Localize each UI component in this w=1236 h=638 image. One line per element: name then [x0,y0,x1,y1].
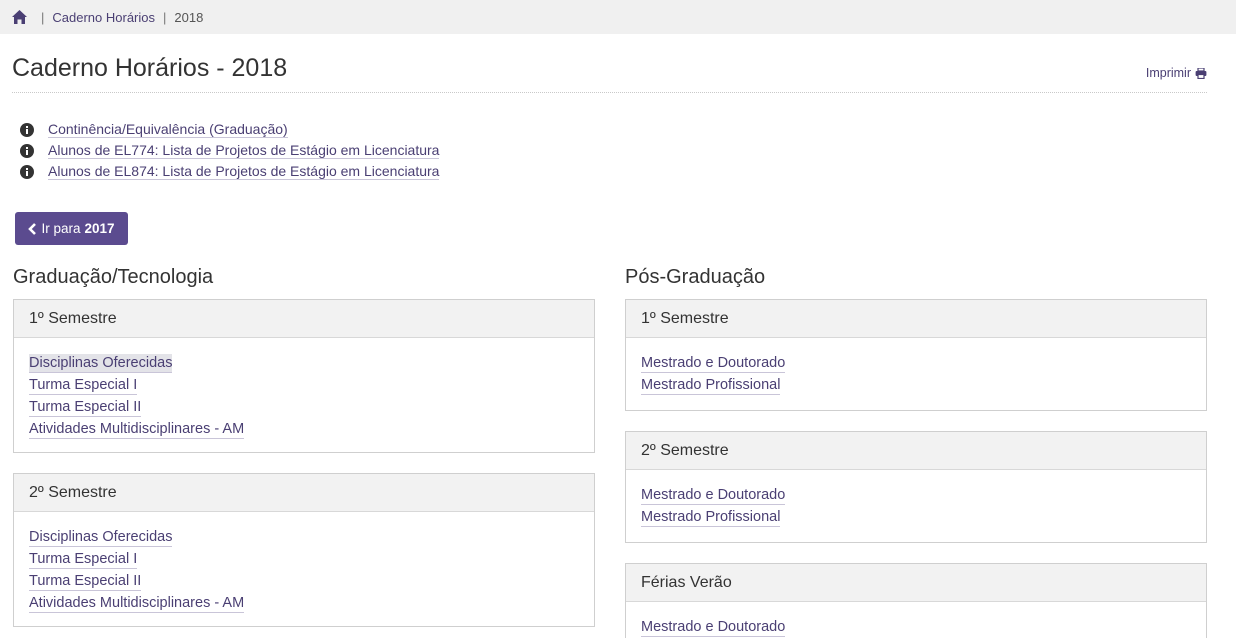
home-icon[interactable] [12,10,27,24]
info-link-continencia[interactable]: Continência/Equivalência (Graduação) [48,121,288,138]
link-turma-especial-2[interactable]: Turma Especial II [29,572,142,591]
info-link-el874[interactable]: Alunos de EL874: Lista de Projetos de Es… [48,163,440,180]
info-circle-icon [20,122,34,137]
pos-ferias-verao-panel: Férias Verão Mestrado e Doutorado [625,563,1207,638]
print-link[interactable]: Imprimir [1146,66,1207,80]
link-mestrado-doutorado[interactable]: Mestrado e Doutorado [641,354,786,373]
link-turma-especial-1[interactable]: Turma Especial I [29,550,138,569]
link-mestrado-profissional[interactable]: Mestrado Profissional [641,376,781,395]
info-links-list: Continência/Equivalência (Graduação) Alu… [20,119,440,182]
graduacao-section-title: Graduação/Tecnologia [13,266,214,288]
panel-body: Disciplinas Oferecidas Turma Especial I … [14,512,594,613]
link-mestrado-doutorado[interactable]: Mestrado e Doutorado [641,618,786,637]
link-mestrado-doutorado[interactable]: Mestrado e Doutorado [641,486,786,505]
panel-body: Mestrado e Doutorado Mestrado Profission… [626,338,1206,395]
pos-semester-1-panel: 1º Semestre Mestrado e Doutorado Mestrad… [625,299,1207,411]
panel-heading: 2º Semestre [626,432,1206,470]
link-disciplinas-oferecidas[interactable]: Disciplinas Oferecidas [29,528,173,547]
info-circle-icon [20,164,34,179]
panel-heading: 2º Semestre [14,474,594,512]
breadcrumb-separator: | [163,9,167,25]
panel-heading: 1º Semestre [14,300,594,338]
pos-graduacao-section-title: Pós-Graduação [625,266,766,288]
pos-semester-2-panel: 2º Semestre Mestrado e Doutorado Mestrad… [625,431,1207,543]
panel-body: Mestrado e Doutorado Mestrado Profission… [626,470,1206,527]
print-label: Imprimir [1145,66,1191,80]
link-turma-especial-2[interactable]: Turma Especial II [29,398,142,417]
link-disciplinas-oferecidas[interactable]: Disciplinas Oferecidas [29,354,173,373]
breadcrumb-link-caderno[interactable]: Caderno Horários [52,10,155,25]
info-item: Continência/Equivalência (Graduação) [20,119,439,140]
button-year: 2017 [84,221,115,236]
panel-body: Disciplinas Oferecidas Turma Especial I … [14,338,594,439]
link-turma-especial-1[interactable]: Turma Especial I [29,376,138,395]
title-divider [12,92,1207,93]
graduacao-semester-2-panel: 2º Semestre Disciplinas Oferecidas Turma… [13,473,595,627]
breadcrumb: | Caderno Horários | 2018 [0,0,1236,34]
info-item: Alunos de EL874: Lista de Projetos de Es… [20,161,440,182]
page-title: Caderno Horários - 2018 [12,54,288,82]
chevron-left-icon [28,222,37,235]
info-circle-icon [20,143,34,158]
link-mestrado-profissional[interactable]: Mestrado Profissional [641,508,781,527]
button-prefix: Ir para [41,221,81,236]
panel-heading: Férias Verão [626,564,1206,602]
link-atividades-multidisciplinares[interactable]: Atividades Multidisciplinares - AM [29,594,245,613]
breadcrumb-current: 2018 [174,9,204,25]
panel-heading: 1º Semestre [626,300,1206,338]
go-to-previous-year-button[interactable]: Ir para 2017 [15,212,128,245]
info-item: Alunos de EL774: Lista de Projetos de Es… [20,140,440,161]
graduacao-semester-1-panel: 1º Semestre Disciplinas Oferecidas Turma… [13,299,595,453]
breadcrumb-separator: | [41,9,45,25]
panel-body: Mestrado e Doutorado [626,602,1206,637]
printer-icon [1195,67,1207,79]
link-atividades-multidisciplinares[interactable]: Atividades Multidisciplinares - AM [29,420,245,439]
info-link-el774[interactable]: Alunos de EL774: Lista de Projetos de Es… [48,142,440,159]
